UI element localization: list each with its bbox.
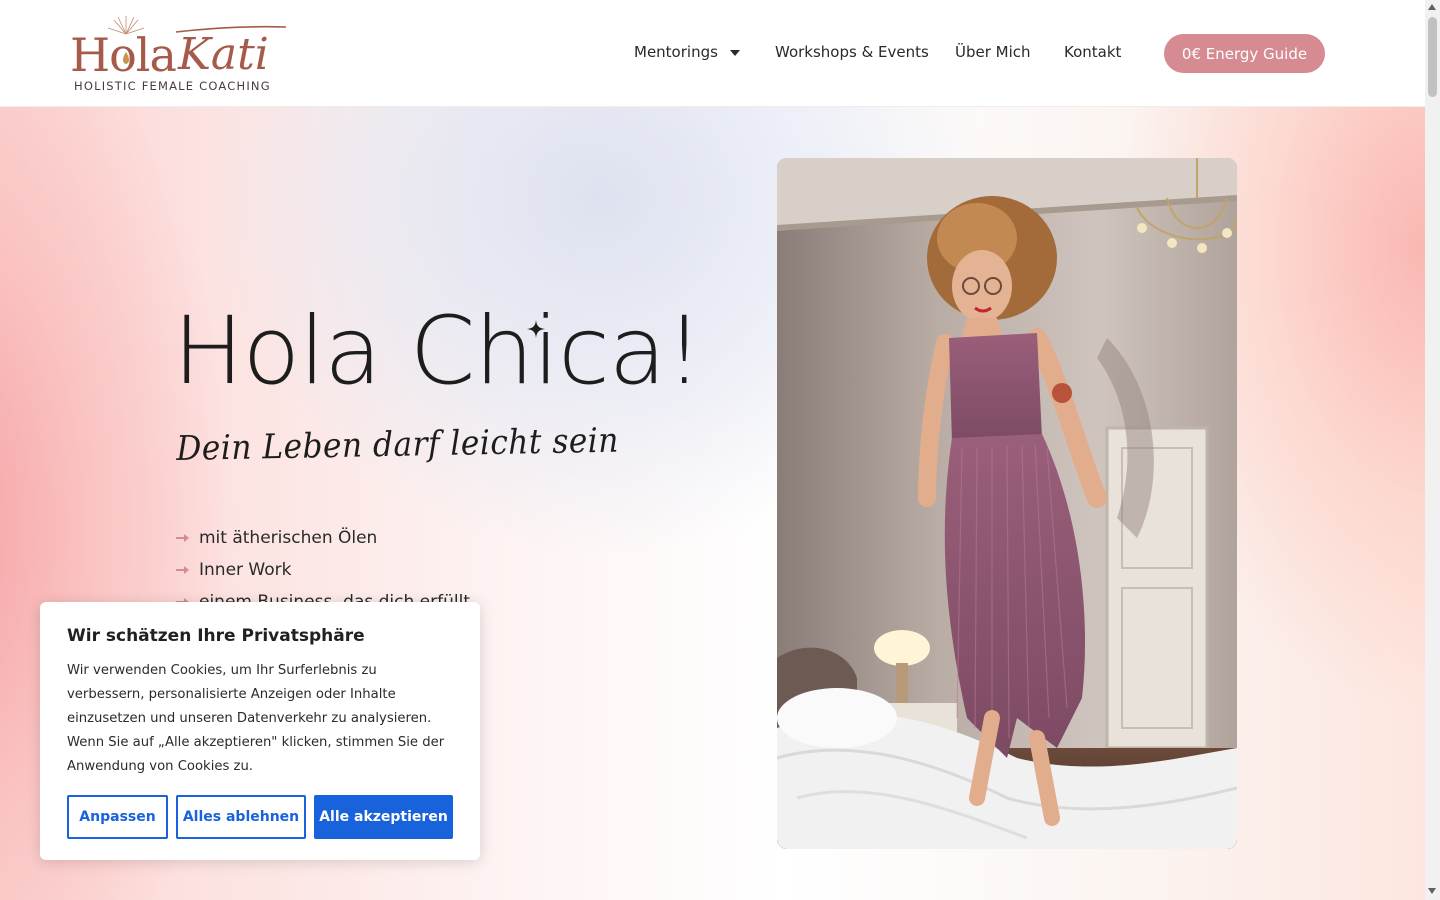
scroll-up-icon[interactable] [1428,4,1436,10]
hero-subtitle: Dein Leben darf leicht sein [176,420,620,469]
list-item: mit ätherischen Ölen [176,522,470,554]
cookie-description: Wir verwenden Cookies, um Ihr Surferlebn… [67,663,445,774]
nav-workshops-events[interactable]: Workshops & Events [775,43,929,61]
hero-photo [777,158,1237,849]
nav-ueber-mich[interactable]: Über Mich [955,43,1031,61]
chevron-down-icon [729,49,740,56]
scrollbar-thumb[interactable] [1428,17,1437,97]
nav-mentorings[interactable]: Mentorings [634,43,740,61]
energy-guide-button[interactable]: 0€ Energy Guide [1164,34,1325,73]
arrow-right-icon [176,534,189,542]
reject-all-button[interactable]: Alles ablehnen [176,795,306,839]
cookie-title: Wir schätzen Ihre Privatsphäre [67,626,365,646]
scroll-down-icon[interactable] [1428,888,1436,894]
site-header: Hola Kati HOLISTIC FEMALE COACHING Mento… [0,0,1425,107]
woman-jumping-on-bed-image [777,158,1237,849]
page-scrollbar[interactable] [1425,0,1440,900]
accept-all-button[interactable]: Alle akzeptieren [314,795,453,839]
sparkle-icon [527,320,545,338]
logo-tagline: HOLISTIC FEMALE COACHING [74,79,271,93]
arrow-right-icon [176,566,189,574]
cookie-consent-dialog: Wir schätzen Ihre Privatsphäre Wir verwe… [40,602,480,860]
customize-button[interactable]: Anpassen [67,795,168,839]
logo-mark: Hola Kati [70,16,287,78]
nav-kontakt[interactable]: Kontakt [1064,43,1121,61]
list-item: Inner Work [176,554,470,586]
svg-text:Hola: Hola [70,28,177,78]
svg-text:Kati: Kati [177,29,269,78]
nav-mentorings-label: Mentorings [634,43,718,61]
list-item-label: Inner Work [199,560,292,580]
list-item-label: mit ätherischen Ölen [199,528,378,548]
hero-title: Hola Chica! [173,297,703,406]
logo[interactable]: Hola Kati HOLISTIC FEMALE COACHING [70,14,300,96]
